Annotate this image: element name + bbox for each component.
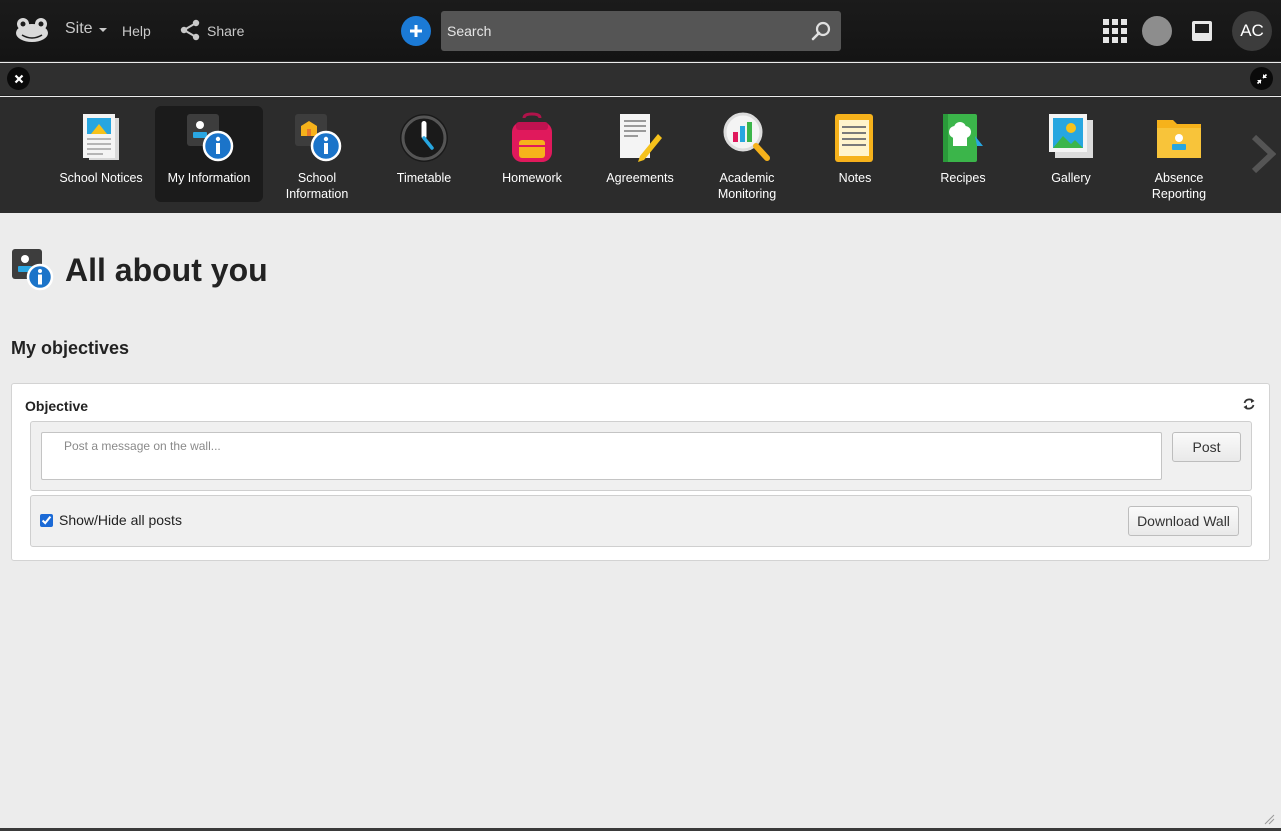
show-hide-checkbox[interactable] xyxy=(40,513,53,527)
add-icon xyxy=(410,25,422,37)
show-hide-toggle[interactable]: Show/Hide all posts xyxy=(40,512,182,528)
app-my-information[interactable]: My Information xyxy=(155,106,263,202)
app-gallery[interactable]: Gallery xyxy=(1017,106,1125,202)
user-info-icon xyxy=(12,249,54,291)
app-label: School Notices xyxy=(59,171,143,185)
app-academic-monitoring[interactable]: Academic Monitoring xyxy=(693,106,801,202)
notepad-icon xyxy=(835,114,873,162)
close-button[interactable] xyxy=(7,67,30,90)
objective-wall-widget: Objective Post Show/Hide all posts Downl… xyxy=(11,383,1270,561)
collapse-button[interactable] xyxy=(1250,67,1273,90)
download-wall-button[interactable]: Download Wall xyxy=(1128,506,1239,536)
add-button[interactable] xyxy=(401,16,431,46)
close-icon xyxy=(14,74,23,83)
app-recipes[interactable]: Recipes xyxy=(909,106,1017,202)
user-info-icon xyxy=(187,114,234,162)
clock-icon xyxy=(400,114,448,162)
page-title: All about you xyxy=(65,251,268,288)
school-info-icon xyxy=(295,114,342,162)
site-label: Site xyxy=(65,20,93,37)
search-input[interactable] xyxy=(441,11,801,51)
wall-options-panel: Show/Hide all posts Download Wall xyxy=(30,495,1252,547)
app-label: Recipes xyxy=(940,171,986,185)
help-link[interactable]: Help xyxy=(122,23,151,39)
app-school-notices[interactable]: School Notices xyxy=(47,106,155,202)
search-box xyxy=(441,11,841,51)
document-pen-icon xyxy=(620,114,662,162)
share-label: Share xyxy=(207,23,245,39)
magnifier-chart-icon xyxy=(723,112,770,161)
app-notes[interactable]: Notes xyxy=(801,106,909,202)
app-launcher-strip: School Notices My Information School Inf… xyxy=(0,97,1281,213)
top-bar: Site Help Share Search AC xyxy=(0,0,1281,62)
site-menu[interactable]: Site xyxy=(65,20,107,38)
folder-user-icon xyxy=(1157,120,1201,158)
app-label: Homework xyxy=(502,171,562,185)
app-label: Notes xyxy=(838,171,872,185)
share-button[interactable]: Share xyxy=(179,19,244,41)
app-label: Absence Reporting xyxy=(1151,171,1207,201)
show-hide-label: Show/Hide all posts xyxy=(59,512,182,528)
avatar[interactable]: AC xyxy=(1232,11,1272,51)
resize-grip-icon[interactable] xyxy=(1262,812,1276,826)
app-label: My Information xyxy=(167,171,251,185)
widget-title: Objective xyxy=(25,398,89,414)
search-icon[interactable] xyxy=(810,20,832,42)
collapse-icon xyxy=(1256,73,1267,84)
post-panel: Post xyxy=(30,421,1252,491)
app-school-information[interactable]: School Information xyxy=(263,106,371,202)
status-icon[interactable] xyxy=(1142,16,1172,46)
newspaper-icon xyxy=(83,114,119,160)
app-timetable[interactable]: Timetable xyxy=(370,106,478,202)
page-header: All about you xyxy=(11,248,268,292)
chef-book-icon xyxy=(943,114,983,162)
refresh-icon[interactable] xyxy=(1242,397,1256,411)
app-absence-reporting[interactable]: Absence Reporting xyxy=(1125,106,1233,202)
chevron-right-icon[interactable] xyxy=(1250,133,1276,175)
post-message-input[interactable] xyxy=(41,432,1162,480)
inbox-icon[interactable] xyxy=(1191,20,1213,42)
apps-grid-icon[interactable] xyxy=(1103,19,1127,43)
section-heading: My objectives xyxy=(11,338,130,358)
share-icon xyxy=(180,19,200,41)
post-button[interactable]: Post xyxy=(1172,432,1241,462)
frog-logo-icon[interactable] xyxy=(14,16,50,44)
app-agreements[interactable]: Agreements xyxy=(586,106,694,202)
app-label: Agreements xyxy=(606,171,674,185)
chevron-down-icon xyxy=(98,28,107,32)
app-homework[interactable]: Homework xyxy=(478,106,586,202)
app-label: Academic Monitoring xyxy=(717,171,777,201)
backpack-icon xyxy=(512,112,552,162)
photo-icon xyxy=(1049,114,1093,158)
app-label: Timetable xyxy=(396,171,452,185)
app-label: Gallery xyxy=(1051,171,1091,185)
sub-bar xyxy=(0,63,1281,96)
app-label: School Information xyxy=(285,171,349,201)
